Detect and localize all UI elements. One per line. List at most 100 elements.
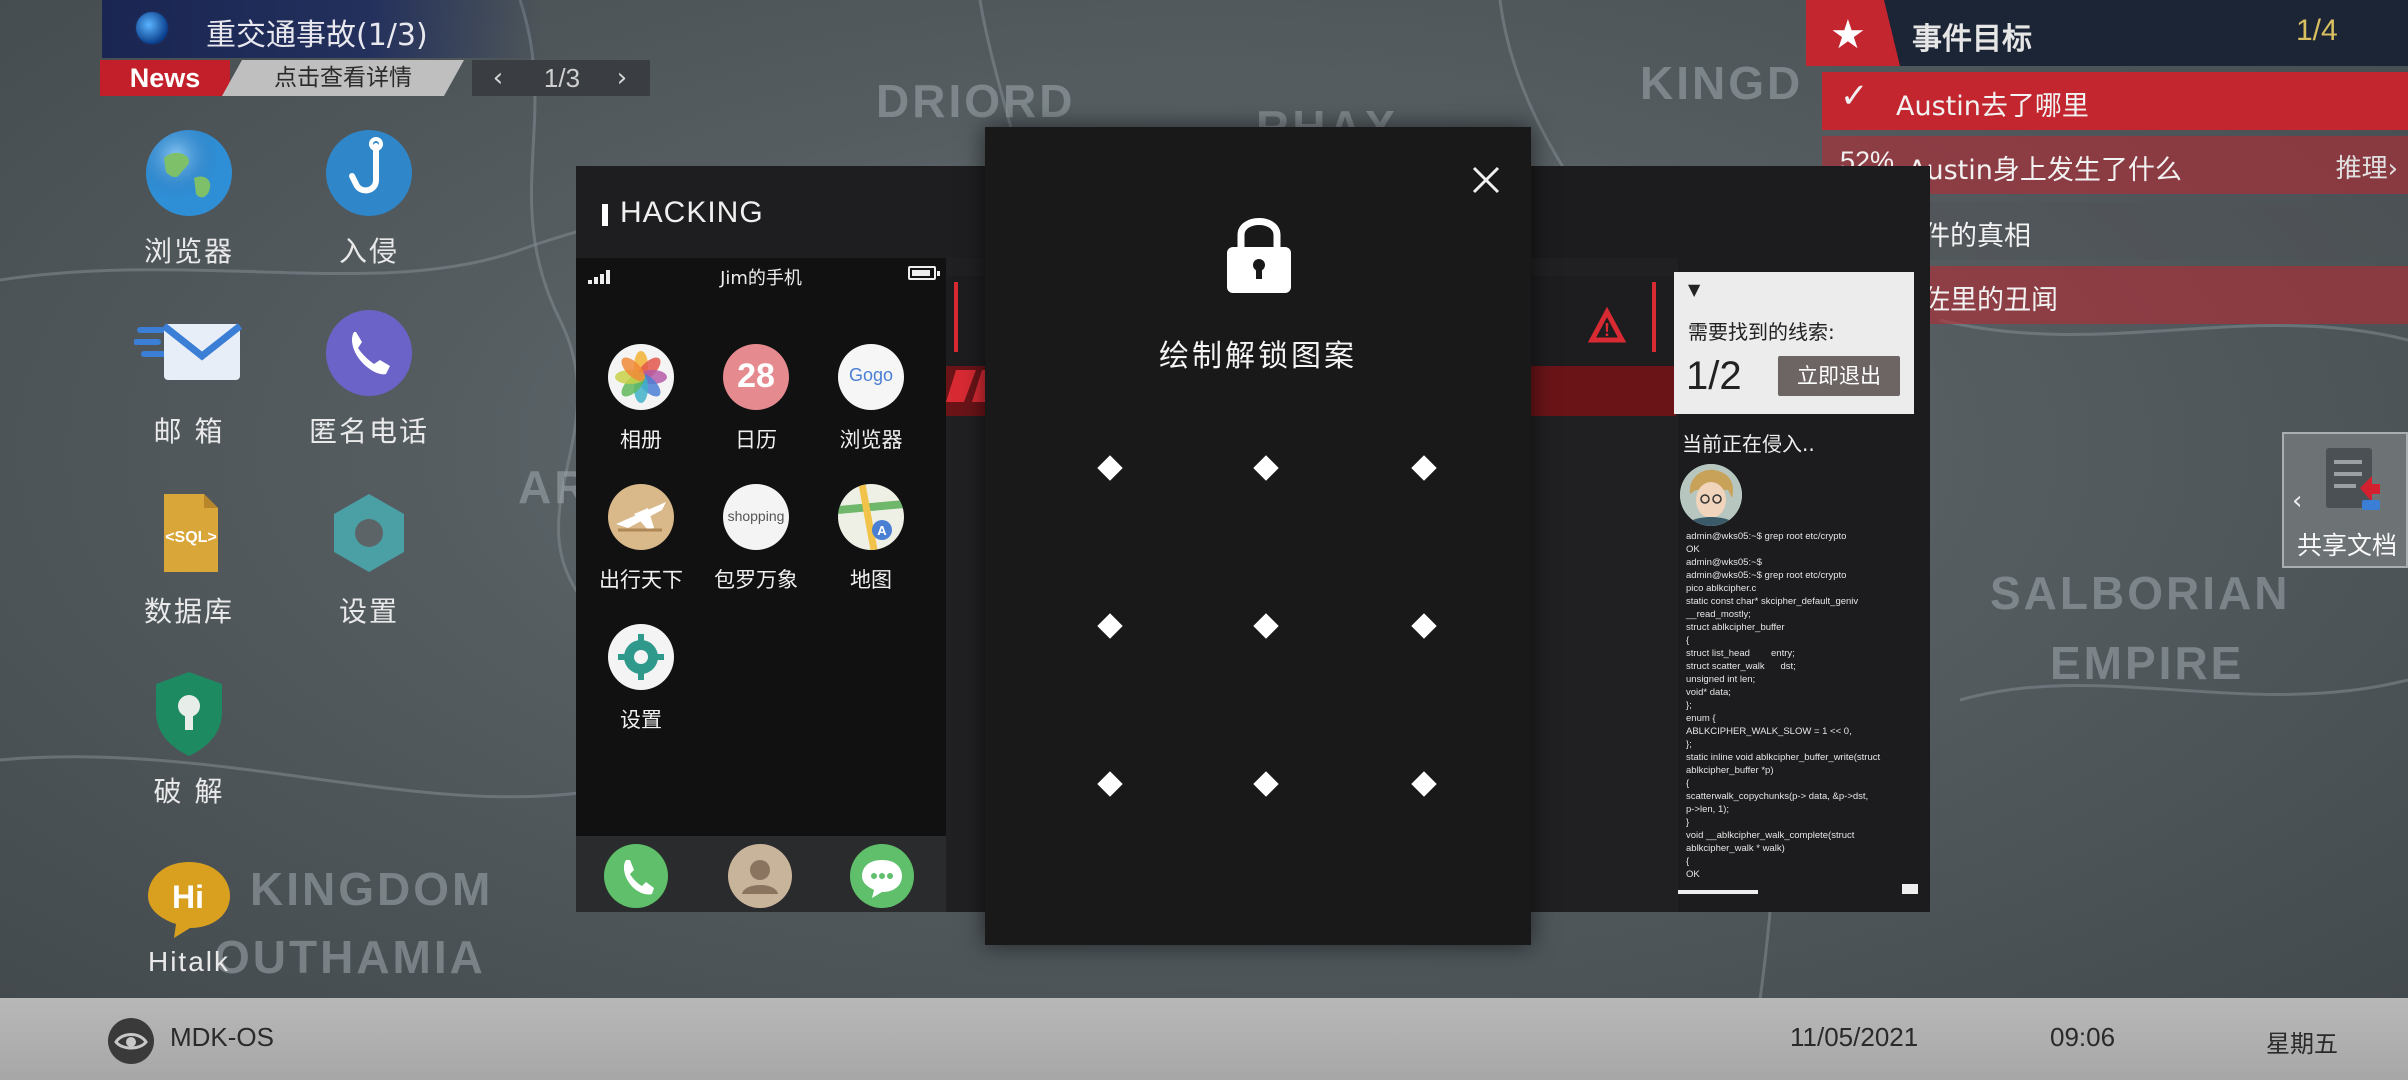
news-tag: News <box>100 60 230 96</box>
os-name: MDK-OS <box>170 1022 274 1052</box>
hex-settings-icon <box>324 488 414 578</box>
map-label: EMPIRE <box>2050 637 2245 689</box>
taskbar: MDK-OS 11/05/2021 09:06 星期五 <box>0 998 2408 1080</box>
close-button[interactable] <box>1469 163 1503 197</box>
clue-panel: ▼ 需要找到的线索: 1/2 立即退出 <box>1674 272 1914 414</box>
terminal-progress-bar <box>1678 890 1758 894</box>
desktop-app-anon-phone[interactable]: 匿名电话 <box>294 308 444 450</box>
phone-app-settings[interactable]: 设置 <box>586 624 696 734</box>
check-icon: ✓ <box>1840 77 1869 115</box>
hacking-title: HACKING <box>620 196 764 229</box>
unlock-pattern-title: 绘制解锁图案 <box>1159 339 1357 374</box>
phone-app-calendar[interactable]: 28 日历 <box>701 344 811 454</box>
pattern-dot[interactable] <box>1097 613 1123 639</box>
avatar <box>1680 464 1742 526</box>
shopping-icon: shopping <box>723 484 789 550</box>
hitalk-icon: Hi <box>144 852 234 942</box>
browser-icon: Gogo <box>838 344 904 410</box>
map-label: KINGD <box>1640 57 1804 109</box>
hacking-header: HACKING <box>576 166 986 258</box>
target-phone-screen: Jim的手机 相册 28 日历 Gogo 浏览器 出行天下 shopping 包… <box>576 258 946 912</box>
pattern-dot[interactable] <box>1097 771 1123 797</box>
share-docs-panel[interactable]: ‹ 共享文档 <box>2282 432 2408 568</box>
star-icon: ★ <box>1830 12 1866 58</box>
svg-text:Hi: Hi <box>172 879 204 915</box>
svg-text:<SQL>: <SQL> <box>165 529 217 546</box>
news-detail-link[interactable]: 点击查看详情 <box>222 60 464 96</box>
phone-call-icon[interactable] <box>604 844 668 908</box>
pattern-dot[interactable] <box>1253 613 1279 639</box>
phone-app-label: 日历 <box>735 428 777 452</box>
desktop-app-crack[interactable]: 破 解 <box>114 668 264 810</box>
document-icon <box>2326 448 2380 510</box>
phone-app-shopping[interactable]: shopping 包罗万象 <box>701 484 811 594</box>
deduce-link[interactable]: 推理› <box>2336 148 2398 185</box>
clue-count: 1/2 <box>1686 354 1742 398</box>
desktop-app-database[interactable]: <SQL> 数据库 <box>114 488 264 630</box>
close-icon <box>1472 166 1500 194</box>
chevron-left-icon: ‹ <box>2292 486 2303 516</box>
contacts-icon[interactable] <box>728 844 792 908</box>
calendar-date: 28 <box>737 357 775 395</box>
pattern-dot[interactable] <box>1411 455 1437 481</box>
svg-text:A: A <box>877 523 887 538</box>
shield-key-icon <box>144 668 234 758</box>
phone-app-map[interactable]: A 地图 <box>816 484 926 594</box>
map-icon: A <box>838 484 904 550</box>
os-logo-icon[interactable] <box>108 1018 154 1064</box>
phone-app-photos[interactable]: 相册 <box>586 344 696 454</box>
pattern-dot[interactable] <box>1253 771 1279 797</box>
unlock-pattern-dialog: 绘制解锁图案 <box>985 127 1531 945</box>
gear-icon <box>608 624 674 690</box>
news-title[interactable]: 重交通事故(1/3) <box>206 10 428 54</box>
messages-icon[interactable] <box>850 844 914 908</box>
taskbar-time: 09:06 <box>2050 1022 2116 1052</box>
taskbar-weekday: 星期五 <box>2266 1030 2338 1058</box>
phone-app-browser[interactable]: Gogo 浏览器 <box>816 344 926 454</box>
sql-file-icon: <SQL> <box>144 488 234 578</box>
exit-now-button[interactable]: 立即退出 <box>1778 356 1900 396</box>
phone-status-bar: Jim的手机 <box>576 258 946 294</box>
phone-app-label: 包罗万象 <box>714 568 798 592</box>
map-label: DRIORD <box>876 75 1076 127</box>
pattern-dot[interactable] <box>1253 455 1279 481</box>
taskbar-date: 11/05/2021 <box>1790 1022 1919 1052</box>
phone-dock <box>576 836 946 912</box>
phone-app-label: 出行天下 <box>599 568 683 592</box>
pattern-dot[interactable] <box>1097 455 1123 481</box>
desktop-app-hitalk[interactable]: Hi Hitalk <box>114 852 264 978</box>
phone-app-label: 相册 <box>620 428 662 452</box>
objective-row[interactable]: ✓ Austin去了哪里 <box>1822 72 2408 130</box>
desktop-app-browser[interactable]: 浏览器 <box>114 128 264 270</box>
mail-icon <box>133 308 243 398</box>
desktop-app-label: 邮 箱 <box>153 415 225 448</box>
terminal-cursor <box>1902 884 1918 894</box>
pattern-dot[interactable] <box>1411 613 1437 639</box>
desktop-app-settings[interactable]: 设置 <box>294 488 444 630</box>
map-label: SALBORIAN <box>1990 567 2291 619</box>
phone-app-travel[interactable]: 出行天下 <box>586 484 696 594</box>
desktop-app-hack[interactable]: 入侵 <box>294 128 444 270</box>
browser-logo: Gogo <box>848 365 894 385</box>
collapse-arrow-icon[interactable]: ▼ <box>1688 280 1700 299</box>
share-docs-label: 共享文档 <box>2296 531 2397 560</box>
phone-owner-name: Jim的手机 <box>720 268 802 289</box>
objective-text: Austin去了哪里 <box>1896 91 2089 122</box>
news-prev-button[interactable]: ‹ <box>476 60 520 96</box>
desktop-app-label: 入侵 <box>338 235 399 268</box>
objectives-title: 事件目标 <box>1912 22 2032 57</box>
photos-icon <box>608 344 674 410</box>
desktop-app-mail[interactable]: 邮 箱 <box>114 308 264 450</box>
news-pager: ‹ 1/3 › <box>472 60 650 96</box>
objective-text: Austin身上发生了什么 <box>1908 155 2182 186</box>
phone-app-label: 地图 <box>850 568 892 592</box>
desktop-app-label: 浏览器 <box>143 235 234 268</box>
news-globe-icon <box>134 10 170 46</box>
news-next-button[interactable]: › <box>600 60 644 96</box>
pattern-dot[interactable] <box>1411 771 1437 797</box>
globe-icon <box>144 128 234 218</box>
desktop-app-label: 匿名电话 <box>308 415 429 448</box>
phone-app-label: 浏览器 <box>839 428 903 452</box>
desktop-app-label: Hitalk <box>147 946 230 977</box>
plane-icon <box>608 484 674 550</box>
